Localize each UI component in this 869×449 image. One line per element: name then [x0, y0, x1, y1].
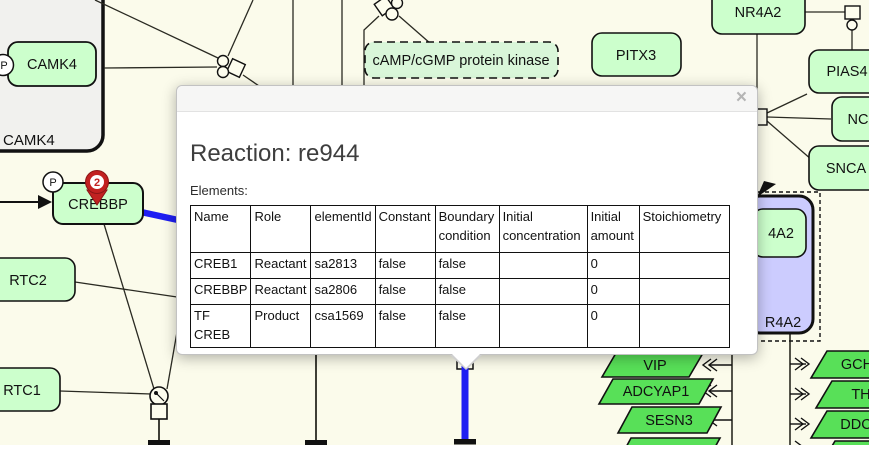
- node-pitx3-label: PITX3: [616, 48, 656, 64]
- table-header-row: Name Role elementId Constant Boundary co…: [191, 206, 730, 253]
- col-header: Initial amount: [587, 206, 639, 253]
- phospho-label: P: [49, 177, 56, 189]
- cell: Reactant: [251, 279, 311, 305]
- node-rtc2[interactable]: RTC2: [0, 258, 75, 301]
- node-pitx3[interactable]: PITX3: [592, 33, 681, 76]
- cell: [499, 279, 587, 305]
- gene-ddc-label: DDC: [840, 417, 869, 433]
- cell: [499, 305, 587, 348]
- complex-member-label: 4A2: [768, 226, 794, 242]
- node-snca-label: SNCA: [826, 161, 867, 177]
- pathway-viewer: CAMK4: [0, 0, 869, 449]
- compartment-label: CAMK4: [3, 132, 55, 149]
- node-pias4[interactable]: PIAS4: [809, 50, 869, 93]
- elements-table: Name Role elementId Constant Boundary co…: [190, 205, 730, 348]
- node-camk4-label: CAMK4: [27, 57, 77, 73]
- complex-label: R4A2: [765, 315, 801, 331]
- table-row: CREBBP Reactant sa2806 false false 0: [191, 279, 730, 305]
- cell: false: [435, 305, 499, 348]
- node-pias4-label: PIAS4: [826, 64, 867, 80]
- gene-vip-label: VIP: [643, 358, 666, 374]
- cell: [639, 279, 729, 305]
- col-header: Initial concentration: [499, 206, 587, 253]
- cell: CREB1: [191, 253, 251, 279]
- gene-vip[interactable]: VIP: [602, 353, 703, 377]
- cell: sa2806: [311, 279, 375, 305]
- col-header: Stoichiometry: [639, 206, 729, 253]
- close-icon[interactable]: ×: [736, 87, 747, 109]
- reaction-node-nr4a2-pias4[interactable]: [845, 6, 860, 30]
- cell: false: [375, 305, 435, 348]
- highlighted-edge-crebbp[interactable]: [141, 212, 178, 220]
- elements-label: Elements:: [190, 183, 744, 198]
- gene-gch[interactable]: GCH: [811, 351, 869, 378]
- node-camp-cgmp-kinase-label: cAMP/cGMP protein kinase: [372, 53, 549, 69]
- col-header: Role: [251, 206, 311, 253]
- cell: false: [375, 253, 435, 279]
- col-header: elementId: [311, 206, 375, 253]
- cell: [639, 305, 729, 348]
- cell: 0: [587, 305, 639, 348]
- cell: csa1569: [311, 305, 375, 348]
- col-header: Constant: [375, 206, 435, 253]
- gene-gch-label: GCH: [841, 357, 869, 373]
- gene-arrows-left: [703, 359, 732, 449]
- popup-tail-fill: [452, 354, 480, 368]
- cell: sa2813: [311, 253, 375, 279]
- cell: Product: [251, 305, 311, 348]
- phospho-label: P: [0, 60, 7, 72]
- gene-adcyap1-label: ADCYAP1: [623, 384, 690, 400]
- cell: Reactant: [251, 253, 311, 279]
- table-row: CREB1 Reactant sa2813 false false 0: [191, 253, 730, 279]
- gene-th-label: TH: [851, 387, 869, 403]
- cell: 0: [587, 279, 639, 305]
- cell: false: [435, 253, 499, 279]
- gene-th[interactable]: TH: [816, 381, 869, 408]
- cell: false: [375, 279, 435, 305]
- cell: [639, 253, 729, 279]
- popup-title: Reaction: re944: [190, 140, 744, 168]
- gene-adcyap1[interactable]: ADCYAP1: [599, 379, 713, 404]
- reaction-popup: × Reaction: re944 Elements: Name Role el…: [176, 85, 758, 355]
- node-nc[interactable]: NC: [832, 97, 869, 141]
- cell: TF CREB: [191, 305, 251, 348]
- col-header: Boundary condition: [435, 206, 499, 253]
- cell: [499, 253, 587, 279]
- cell: 0: [587, 253, 639, 279]
- node-nc-label: NC: [848, 112, 869, 128]
- reaction-node-association[interactable]: [218, 56, 246, 78]
- t-bar-end: [454, 439, 476, 445]
- arrow-into-crebbp: [0, 195, 52, 209]
- node-rtc2-label: RTC2: [9, 273, 47, 289]
- gene-sesn3[interactable]: SESN3: [618, 407, 721, 433]
- node-snca[interactable]: SNCA: [809, 146, 869, 190]
- node-rtc1-label: RTC1: [3, 383, 41, 399]
- col-header: Name: [191, 206, 251, 253]
- marker-count: 2: [94, 177, 100, 189]
- cell: CREBBP: [191, 279, 251, 305]
- node-nr4a2-label: NR4A2: [735, 5, 782, 21]
- node-camp-cgmp-kinase[interactable]: cAMP/cGMP protein kinase: [365, 42, 558, 78]
- node-nr4a2[interactable]: NR4A2: [712, 0, 805, 34]
- cell: false: [435, 279, 499, 305]
- gene-sesn3-label: SESN3: [645, 413, 693, 429]
- gene-ddc[interactable]: DDC: [811, 411, 869, 438]
- table-row: TF CREB Product csa1569 false false 0: [191, 305, 730, 348]
- gene-arrows-right: [790, 358, 809, 449]
- reaction-node-heterodimer[interactable]: [150, 387, 168, 419]
- node-rtc1[interactable]: RTC1: [0, 368, 60, 411]
- popup-header: ×: [177, 86, 757, 112]
- canvas-bottom-edge: [0, 445, 869, 449]
- node-camk4[interactable]: CAMK4 P: [0, 42, 96, 86]
